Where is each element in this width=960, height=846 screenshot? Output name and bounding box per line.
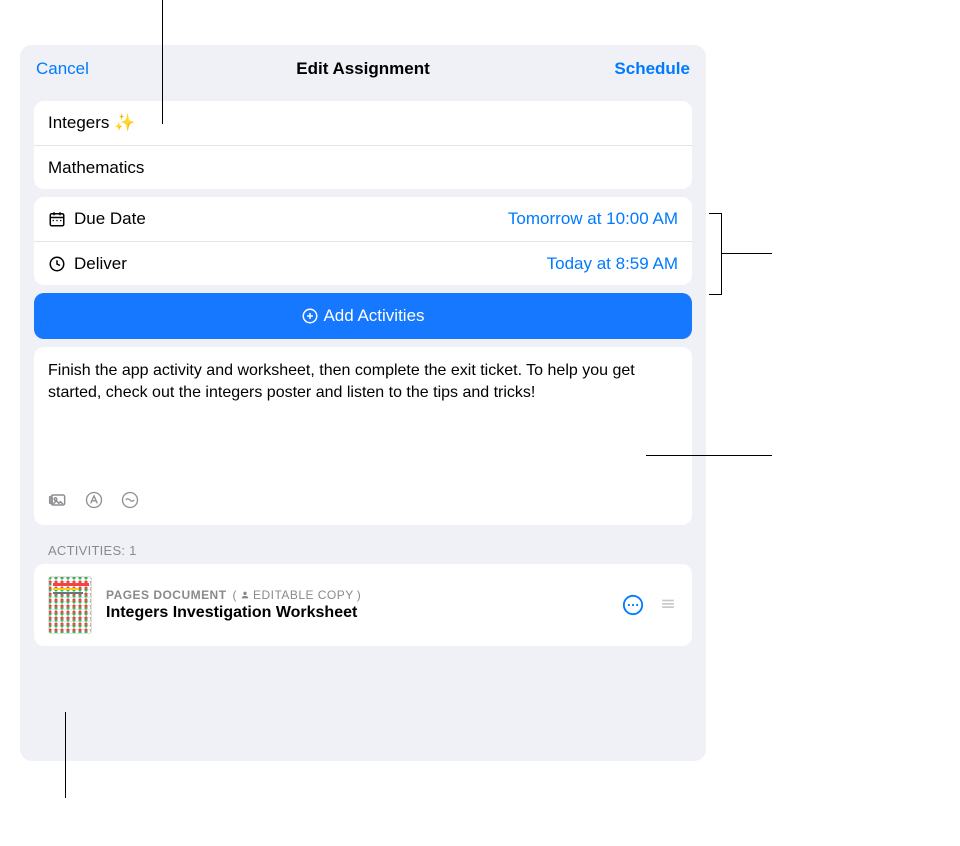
calendar-icon bbox=[48, 210, 66, 228]
instructions-card: Finish the app activity and worksheet, t… bbox=[34, 347, 692, 525]
deliver-value[interactable]: Today at 8:59 AM bbox=[547, 254, 678, 274]
cancel-button[interactable]: Cancel bbox=[36, 59, 89, 79]
schedule-button[interactable]: Schedule bbox=[614, 59, 690, 79]
markup-icon[interactable] bbox=[84, 490, 104, 515]
callout-line bbox=[162, 0, 163, 124]
activity-item[interactable]: PAGES DOCUMENT ( EDITABLE COPY ) Integer… bbox=[34, 564, 692, 646]
activities-section-label: ACTIVITIES: 1 bbox=[48, 543, 678, 558]
activity-type-label: PAGES DOCUMENT bbox=[106, 588, 227, 602]
due-date-value[interactable]: Tomorrow at 10:00 AM bbox=[508, 209, 678, 229]
plus-circle-icon bbox=[301, 307, 319, 325]
callout-line bbox=[722, 253, 772, 254]
person-icon bbox=[240, 590, 250, 600]
callout-line bbox=[65, 712, 66, 798]
page-title: Edit Assignment bbox=[296, 59, 430, 79]
add-activities-label: Add Activities bbox=[323, 306, 424, 326]
attachments-toolbar bbox=[48, 490, 678, 515]
clock-icon bbox=[48, 255, 66, 273]
deliver-label: Deliver bbox=[74, 254, 127, 274]
audio-icon[interactable] bbox=[120, 490, 140, 515]
due-date-label: Due Date bbox=[74, 209, 146, 229]
instructions-field[interactable]: Finish the app activity and worksheet, t… bbox=[48, 360, 678, 470]
callout-bracket bbox=[700, 213, 722, 295]
activity-title: Integers Investigation Worksheet bbox=[106, 604, 608, 622]
assignment-subject-text: Mathematics bbox=[48, 158, 144, 178]
activity-thumbnail bbox=[48, 576, 92, 634]
assignment-subject-field[interactable]: Mathematics bbox=[34, 145, 692, 189]
due-date-row[interactable]: Due Date Tomorrow at 10:00 AM bbox=[34, 197, 692, 241]
activity-editable-label: EDITABLE COPY bbox=[253, 588, 354, 602]
drag-handle-icon[interactable] bbox=[658, 593, 678, 618]
edit-assignment-panel: Cancel Edit Assignment Schedule Integers… bbox=[20, 45, 706, 761]
photo-icon[interactable] bbox=[48, 490, 68, 515]
more-button[interactable] bbox=[622, 594, 644, 616]
assignment-title-text: Integers ✨ bbox=[48, 113, 135, 133]
assignment-title-field[interactable]: Integers ✨ bbox=[34, 101, 692, 145]
header-bar: Cancel Edit Assignment Schedule bbox=[20, 45, 706, 93]
deliver-row[interactable]: Deliver Today at 8:59 AM bbox=[34, 241, 692, 285]
add-activities-button[interactable]: Add Activities bbox=[34, 293, 692, 339]
activity-meta: PAGES DOCUMENT ( EDITABLE COPY ) Integer… bbox=[106, 588, 608, 622]
callout-line bbox=[646, 455, 772, 456]
title-card: Integers ✨ Mathematics bbox=[34, 101, 692, 189]
dates-card: Due Date Tomorrow at 10:00 AM Deliver To… bbox=[34, 197, 692, 285]
